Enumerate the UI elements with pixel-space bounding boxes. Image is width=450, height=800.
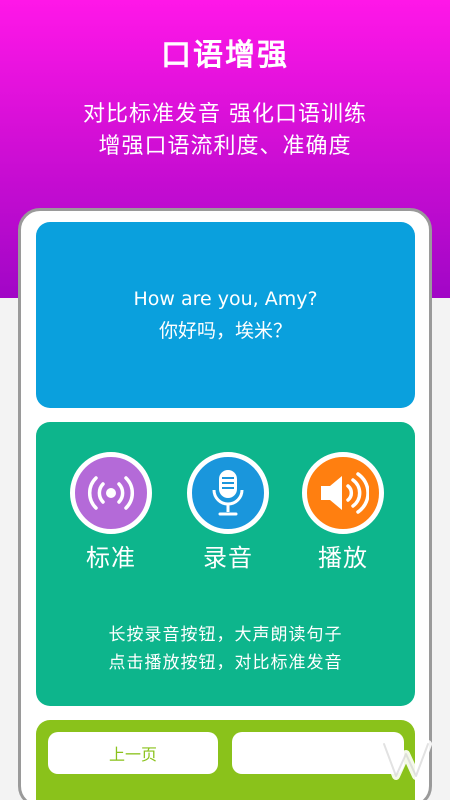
speaker-icon — [302, 452, 384, 534]
microphone-icon — [187, 452, 269, 534]
play-label: 播放 — [318, 544, 368, 572]
subtitle-line-1: 对比标准发音 强化口语训练 — [83, 102, 367, 127]
subtitle-line-2: 增强口语流利度、准确度 — [98, 134, 352, 159]
page-nav-bar: 上一页 — [36, 720, 415, 800]
record-label: 录音 — [203, 544, 253, 572]
broadcast-icon — [70, 452, 152, 534]
standard-label: 标准 — [86, 544, 136, 572]
watermark-icon — [380, 740, 432, 780]
standard-button[interactable]: 标准 — [66, 452, 156, 572]
play-button[interactable]: 播放 — [298, 452, 388, 572]
hint-line-2: 点击播放按钮，对比标准发音 — [108, 653, 343, 673]
page-title: 口语增强 — [161, 38, 289, 73]
sentence-card: How are you, Amy? 你好吗，埃米？ — [36, 222, 415, 408]
control-panel: 标准 录音 播放 长按录音按钮，大声朗读句子 点击播放按钮，对比标准发音 — [36, 422, 415, 706]
record-button[interactable]: 录音 — [183, 452, 273, 572]
sentence-chinese: 你好吗，埃米？ — [158, 320, 292, 342]
hint-line-1: 长按录音按钮，大声朗读句子 — [108, 625, 343, 645]
previous-page-button[interactable]: 上一页 — [48, 732, 218, 774]
sentence-english: How are you, Amy? — [133, 288, 318, 310]
